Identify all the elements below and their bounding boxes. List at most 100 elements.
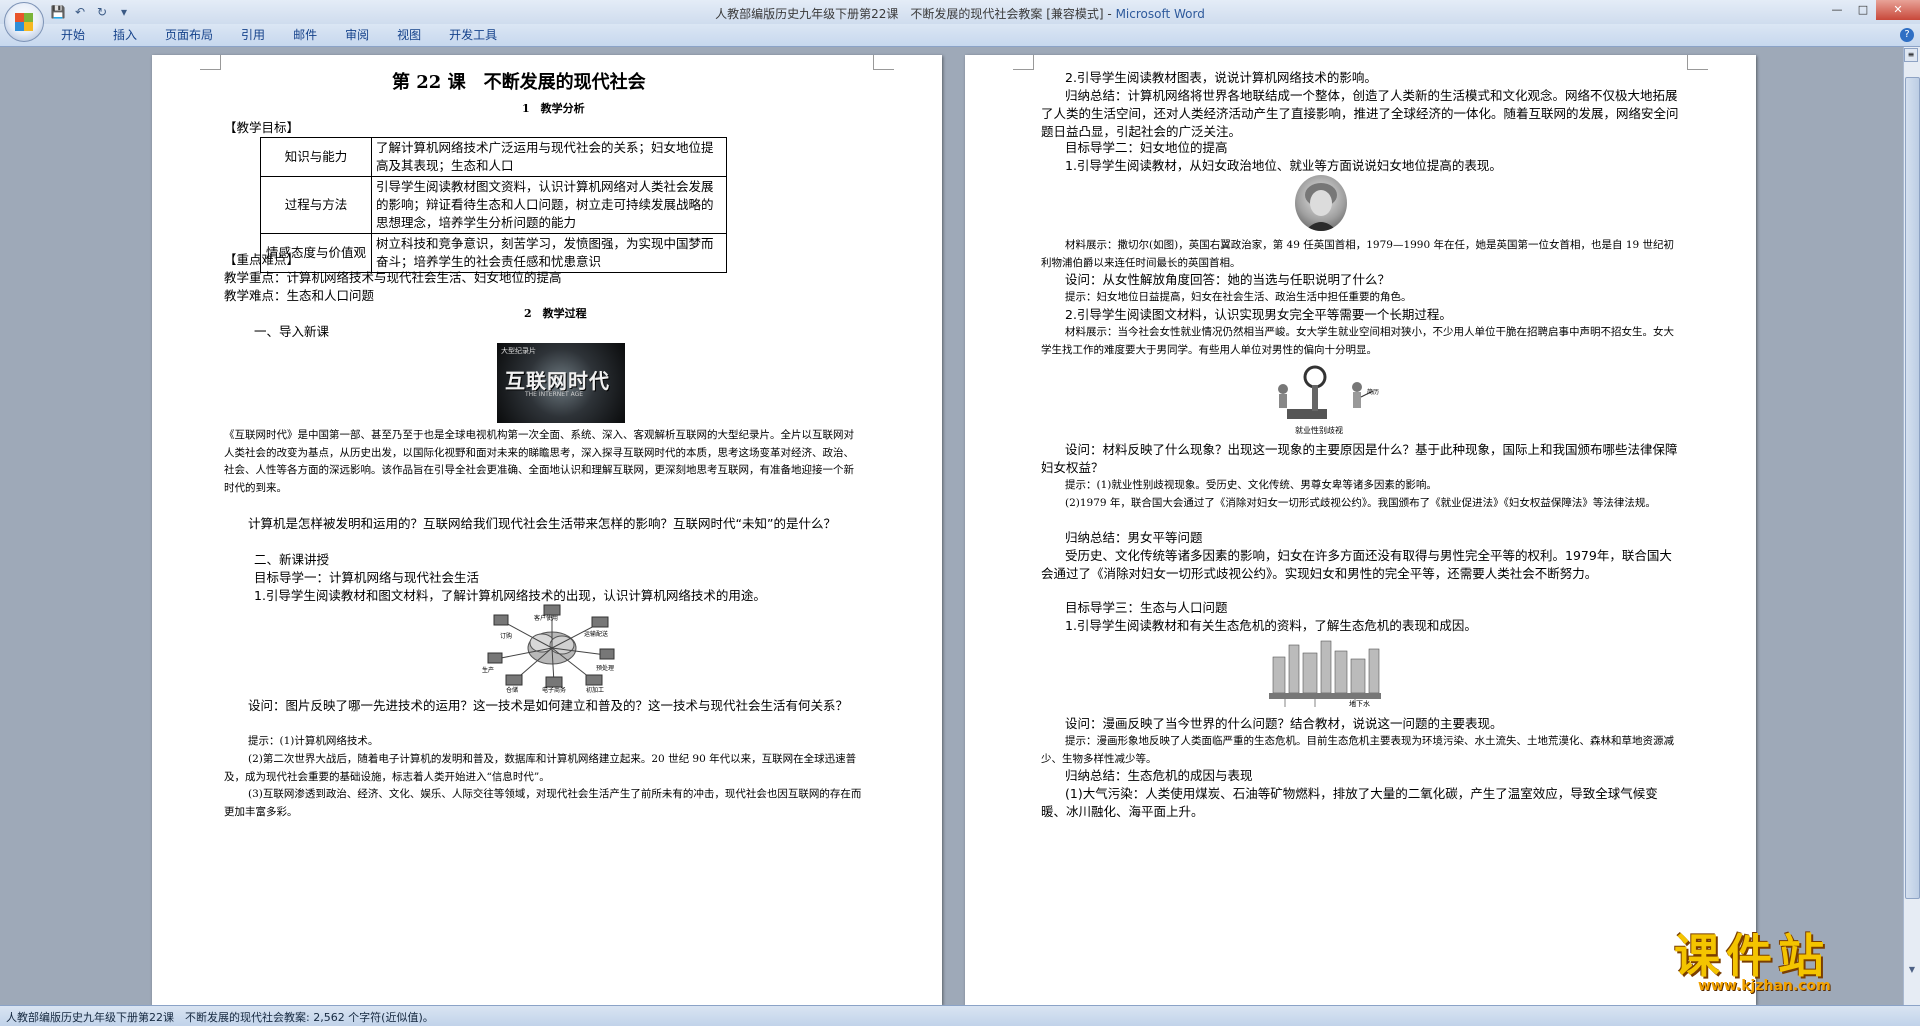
summary-heading: 归纳总结：男女平等问题 bbox=[1065, 530, 1203, 545]
objectives-table: 知识与能力 了解计算机网络技术广泛运用与现代社会的关系；妇女地位提高及其表现；生… bbox=[260, 137, 727, 273]
objective-text: 树立科技和竞争意识，刻苦学习，发愤图强，为实现中国梦而奋斗；培养学生的社会责任感… bbox=[371, 233, 727, 273]
paragraph: 提示：妇女地位日益提高，妇女在社会生活、政治生活中担任重要的角色。 bbox=[1065, 291, 1412, 303]
paragraph: 设问：图片反映了哪一先进技术的运用？这一技术是如何建立和普及的？这一技术与现代社… bbox=[248, 698, 849, 713]
target-heading: 目标导学三：生态与人口问题 bbox=[1065, 600, 1228, 615]
app-name: Microsoft Word bbox=[1115, 7, 1205, 21]
target-heading: 目标导学二：妇女地位的提高 bbox=[1065, 140, 1228, 155]
lesson-title: 第 22 课 不断发展的现代社会 bbox=[392, 72, 646, 93]
scrollbar-thumb[interactable] bbox=[1905, 77, 1920, 899]
tab-mailings[interactable]: 邮件 bbox=[279, 24, 331, 46]
cartoon-caption: 地下水 bbox=[1349, 700, 1370, 708]
paragraph: 设问：材料反映了什么现象？出现这一现象的主要原因是什么？基于此种现象，国际上和我… bbox=[1041, 442, 1678, 475]
vertical-scrollbar[interactable]: ▲ ▼ bbox=[1903, 47, 1920, 1005]
diagram-label: 预处理 bbox=[596, 665, 615, 672]
ecological-crisis-cartoon: 地下水 bbox=[1265, 637, 1385, 709]
office-logo-icon bbox=[15, 13, 33, 31]
document-workspace: 第 22 课 不断发展的现代社会 1 教学分析 【教学目标】 知识与能力 了解计… bbox=[0, 47, 1920, 1005]
objective-label: 过程与方法 bbox=[260, 176, 372, 234]
diagram-label: 生产 bbox=[482, 667, 495, 674]
document-name: 人教部编版历史九年级下册第22课 不断发展的现代社会教案 [兼容模式] - bbox=[715, 7, 1116, 21]
poster-top-label: 大型纪录片 bbox=[501, 347, 536, 355]
paragraph: 提示：(1)计算机网络技术。 bbox=[248, 735, 379, 747]
help-icon[interactable]: ? bbox=[1900, 28, 1914, 42]
internet-age-poster: 大型纪录片 互联网时代 THE INTERNET AGE bbox=[497, 343, 625, 423]
difficult-point: 教学难点：生态和人口问题 bbox=[224, 288, 375, 303]
paragraph: 受历史、文化传统等诸多因素的影响，妇女在许多方面还没有取得与男性完全平等的权利。… bbox=[1041, 548, 1672, 581]
objectives-heading: 【教学目标】 bbox=[224, 120, 300, 135]
intro-heading: 一、导入新课 bbox=[254, 324, 330, 339]
cartoon-caption: 就业性别歧视 bbox=[1295, 426, 1343, 435]
key-points-heading: 【重点难点】 bbox=[224, 252, 300, 267]
objective-text: 引导学生阅读教材图文资料，认识计算机网络对人类社会发展的影响；辩证看待生态和人口… bbox=[371, 176, 727, 234]
paragraph: 1.引导学生阅读教材和有关生态危机的资料，了解生态危机的表现和成因。 bbox=[1065, 618, 1477, 633]
tab-home[interactable]: 开始 bbox=[47, 24, 99, 46]
tab-view[interactable]: 视图 bbox=[383, 24, 435, 46]
window-controls: — □ ✕ bbox=[1824, 0, 1920, 20]
minimize-button[interactable]: — bbox=[1824, 0, 1850, 20]
ribbon-tabs: 开始 插入 页面布局 引用 邮件 审阅 视图 开发工具 bbox=[47, 24, 511, 46]
objective-label: 知识与能力 bbox=[260, 137, 372, 177]
diagram-label: 电子商务 bbox=[542, 687, 567, 693]
paragraph: (1)大气污染：人类使用煤炭、石油等矿物燃料，排放了大量的二氧化碳，产生了温室效… bbox=[1041, 786, 1658, 819]
target-heading: 目标导学一：计算机网络与现代社会生活 bbox=[254, 570, 480, 585]
table-row: 情感态度与价值观 树立科技和竞争意识，刻苦学习，发愤图强，为实现中国梦而奋斗；培… bbox=[260, 233, 727, 273]
paragraph: (2)第二次世界大战后，随着电子计算机的发明和普及，数据库和计算机网络建立起来。… bbox=[224, 753, 857, 783]
title-bar: 💾 ↶ ↻ ▾ 人教部编版历史九年级下册第22课 不断发展的现代社会教案 [兼容… bbox=[0, 0, 1920, 24]
crop-mark bbox=[1687, 55, 1708, 70]
table-row: 知识与能力 了解计算机网络技术广泛运用与现代社会的关系；妇女地位提高及其表现；生… bbox=[260, 137, 727, 177]
paragraph: 设问：漫画反映了当今世界的什么问题？结合教材，说说这一问题的主要表现。 bbox=[1065, 716, 1503, 731]
section-heading: 1 教学分析 bbox=[522, 102, 585, 115]
objective-text: 了解计算机网络技术广泛运用与现代社会的关系；妇女地位提高及其表现；生态和人口 bbox=[371, 137, 727, 177]
maximize-button[interactable]: □ bbox=[1850, 0, 1876, 20]
ribbon: 开始 插入 页面布局 引用 邮件 审阅 视图 开发工具 ? bbox=[0, 24, 1920, 47]
poster-title: 互联网时代 bbox=[505, 369, 610, 393]
paragraph: (3)互联网渗透到政治、经济、文化、娱乐、人际交往等领域，对现代社会生活产生了前… bbox=[224, 788, 862, 818]
paragraph: 设问：从女性解放角度回答：她的当选与任职说明了什么？ bbox=[1065, 272, 1391, 287]
paragraph: 提示：漫画形象地反映了人类面临严重的生态危机。目前生态危机主要表现为环境污染、水… bbox=[1041, 735, 1674, 765]
tab-review[interactable]: 审阅 bbox=[331, 24, 383, 46]
diagram-label: 仓储 bbox=[506, 687, 519, 693]
section-heading: 2 教学过程 bbox=[524, 307, 587, 320]
poster-subtitle: THE INTERNET AGE bbox=[525, 391, 584, 398]
crop-mark bbox=[1013, 55, 1034, 70]
paragraph: 材料展示：撒切尔(如图)，英国右翼政治家，第 49 任英国首相，1979—199… bbox=[1041, 239, 1675, 269]
gender-discrimination-cartoon: 简历 就业性别歧视 bbox=[1265, 359, 1395, 437]
diagram-label: 初加工 bbox=[586, 687, 605, 693]
paragraph: 材料展示：当今社会女性就业情况仍然相当严峻。女大学生就业空间相对狭小，不少用人单… bbox=[1041, 326, 1674, 356]
paragraph: 归纳总结：计算机网络将世界各地联结成一个整体，创造了人类新的生活模式和文化观念。… bbox=[1041, 88, 1679, 139]
new-lesson-heading: 二、新课讲授 bbox=[254, 552, 330, 567]
diagram-label: 客户使用 bbox=[534, 615, 559, 622]
network-diagram: 客户使用 订购 运输配送 生产 预处理 仓储 电子商务 初加工 bbox=[482, 603, 622, 693]
tab-insert[interactable]: 插入 bbox=[99, 24, 151, 46]
paragraph: 《互联网时代》是中国第一部、甚至乃至于也是全球电视机构第一次全面、系统、深入、客… bbox=[224, 429, 854, 494]
paragraph: 2.引导学生阅读图文材料，认识实现男女完全平等需要一个长期过程。 bbox=[1065, 307, 1452, 322]
watermark-url: www.kjzhan.com bbox=[1698, 978, 1831, 994]
watermark-logo: 课件站 www.kjzhan.com bbox=[1670, 920, 1920, 1010]
page-right[interactable]: 2.引导学生阅读教材图表，说说计算机网络技术的影响。 归纳总结：计算机网络将世界… bbox=[965, 55, 1756, 1005]
crop-mark bbox=[200, 55, 221, 70]
close-button[interactable]: ✕ bbox=[1876, 0, 1920, 20]
thatcher-portrait bbox=[1295, 175, 1347, 231]
tab-references[interactable]: 引用 bbox=[227, 24, 279, 46]
tab-developer[interactable]: 开发工具 bbox=[435, 24, 511, 46]
paragraph: 计算机是怎样被发明和运用的？互联网给我们现代社会生活带来怎样的影响？互联网时代“… bbox=[248, 516, 836, 531]
paragraph: (2)1979 年，联合国大会通过了《消除对妇女一切形式歧视公约》。我国颁布了《… bbox=[1065, 497, 1656, 509]
table-row: 过程与方法 引导学生阅读教材图文资料，认识计算机网络对人类社会发展的影响；辩证看… bbox=[260, 176, 727, 234]
window-title: 人教部编版历史九年级下册第22课 不断发展的现代社会教案 [兼容模式] - Mi… bbox=[0, 5, 1920, 22]
cartoon-tag: 简历 bbox=[1367, 389, 1380, 396]
paragraph: 2.引导学生阅读教材图表，说说计算机网络技术的影响。 bbox=[1065, 70, 1377, 85]
status-text: 人教部编版历史九年级下册第22课 不断发展的现代社会教案: 2,562 个字符(… bbox=[6, 1011, 434, 1024]
diagram-label: 运输配送 bbox=[584, 631, 609, 638]
summary-heading: 归纳总结：生态危机的成因与表现 bbox=[1065, 768, 1253, 783]
tab-page-layout[interactable]: 页面布局 bbox=[151, 24, 227, 46]
watermark-text: 课件站 bbox=[1674, 929, 1830, 983]
ruler-toggle-icon[interactable]: ≡ bbox=[1904, 48, 1918, 62]
diagram-label: 订购 bbox=[500, 633, 513, 640]
page-left[interactable]: 第 22 课 不断发展的现代社会 1 教学分析 【教学目标】 知识与能力 了解计… bbox=[152, 55, 942, 1005]
crop-mark bbox=[873, 55, 894, 70]
office-button[interactable] bbox=[4, 2, 44, 42]
paragraph: 1.引导学生阅读教材，从妇女政治地位、就业等方面说说妇女地位提高的表现。 bbox=[1065, 158, 1502, 173]
key-point: 教学重点：计算机网络技术与现代社会生活、妇女地位的提高 bbox=[224, 270, 562, 285]
status-bar: 人教部编版历史九年级下册第22课 不断发展的现代社会教案: 2,562 个字符(… bbox=[0, 1005, 1920, 1026]
paragraph: 提示：(1)就业性别歧视现象。受历史、文化传统、男尊女卑等诸多因素的影响。 bbox=[1065, 479, 1437, 491]
